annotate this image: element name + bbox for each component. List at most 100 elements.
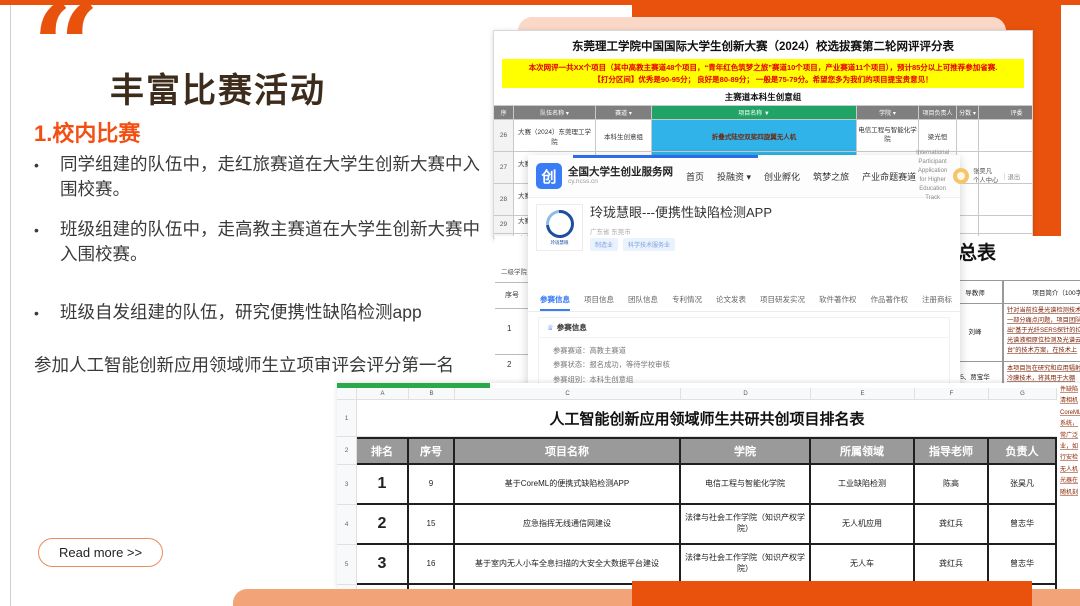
summary-sheet-title-fragment: 总表	[958, 238, 996, 265]
row-number: 26	[494, 120, 514, 151]
intro-line: 针对当前拉曼光谱检测技术	[1007, 306, 1080, 316]
ranking-title: 人工智能创新应用领域师生共研共创项目排名表	[357, 400, 1057, 437]
intro-line: 台”的技术方案，在技术上	[1007, 346, 1080, 356]
field-status: 参赛状态：报名成功，等待学校审核	[553, 360, 935, 370]
tab-work-copyright: 作品著作权	[871, 294, 909, 311]
trophy-icon: ♕	[547, 323, 554, 332]
header-cell: 学院	[681, 437, 811, 465]
project-location: 广东省 东莞市	[590, 226, 631, 236]
fragment-line: 系统，	[1060, 419, 1080, 430]
fragment-line: 清相机	[1060, 396, 1080, 407]
summary-row-number: 2	[507, 360, 511, 369]
panel-fields: 参赛赛道：高教主赛道 参赛状态：报名成功，等待学校审核 参赛组别：本科生创意组 …	[539, 338, 949, 385]
leader-cell: 张昊凡	[989, 465, 1057, 505]
summary-header-row: 导教师 项目简介（100字左右）	[947, 280, 1080, 304]
nav-item-investment: 投融资 ▾	[717, 170, 751, 183]
track-cell: 本科生创意组	[596, 120, 652, 151]
field-label: 参赛状态：	[553, 360, 589, 369]
header-cell: 学院 ▾	[857, 106, 919, 119]
rank-cell: 3	[357, 545, 409, 585]
judge-cell	[979, 120, 1033, 151]
row-number: 29	[494, 216, 514, 233]
bullet-item: • 班级自发组建的队伍，研究便携性缺陷检测app	[34, 300, 496, 325]
project-cell: 折叠式陆空双桨四旋翼无人机	[652, 120, 857, 151]
logout-link: ｜退出	[1001, 172, 1020, 181]
intl-line: International Participant Application	[916, 149, 949, 176]
fragment-line: CoreML	[1060, 408, 1080, 419]
column-letter: D	[681, 388, 811, 400]
row-number: 4	[337, 505, 357, 545]
score-cell	[957, 120, 979, 151]
portal-header: 创 全国大学生创业服务网 cy.ncss.cn 首页 投融资 ▾ 创业孵化 筑梦…	[528, 155, 960, 198]
logout-label: 退出	[1008, 174, 1021, 181]
tab-rd-status: 项目研发实况	[760, 294, 805, 311]
row-number: 28	[494, 184, 514, 215]
ranking-table: 1 人工智能创新应用领域师生共研共创项目排名表 2 排名 序号 项目名称 学院 …	[337, 400, 1057, 590]
section-heading: 1.校内比赛	[34, 116, 140, 148]
row-number: 1	[337, 400, 357, 437]
portal-site-url: cy.ncss.cn	[568, 178, 673, 186]
gridline	[495, 282, 528, 283]
user-name: 张昊凡	[973, 167, 998, 176]
bullet-list: • 同学组建的队伍中，走红旅赛道在大学生创新大赛中入围校赛。 • 班级组建的队伍…	[34, 152, 496, 339]
leader-cell: 曾志华	[989, 505, 1057, 545]
intro-line: 出“基于光纤SERS探针的拉	[1007, 326, 1080, 336]
row-number: 5	[337, 545, 357, 585]
seq-cell: 15	[409, 505, 455, 545]
judge-cell	[979, 184, 1033, 215]
header-cell: 评委	[979, 106, 1033, 119]
intro-cell: 针对当前拉曼光谱检测技术 一部分痛点问题，项目团队 出“基于光纤SERS探针的拉…	[1003, 304, 1080, 362]
slide-left-edge-line	[10, 4, 11, 606]
header-cell-filtered: 项目名称 ▼	[652, 106, 857, 119]
column-letter: C	[455, 388, 681, 400]
bottom-orange-bar	[632, 581, 1032, 606]
page-title: 丰富比赛活动	[110, 63, 326, 112]
nav-item-industry-track: 产业命题赛道	[862, 170, 916, 183]
portal-nav: 首页 投融资 ▾ 创业孵化 筑梦之旅 产业命题赛道	[686, 170, 916, 183]
read-more-button[interactable]: Read more >>	[38, 538, 163, 567]
header-cell: 排名	[357, 437, 409, 465]
teacher-cell: 陈高	[915, 465, 989, 505]
header-row: 2 排名 序号 项目名称 学院 所属领域 指导老师 负责人	[337, 437, 1057, 465]
score-sheet-notice: 本次网评一共XX个项目（其中高教主赛道48个项目，“青年红色筑梦之旅”赛道10个…	[502, 59, 1024, 88]
portal-logo-icon: 创	[536, 163, 562, 189]
field-cell: 无人机应用	[811, 505, 915, 545]
field-value: 高教主赛道	[589, 346, 625, 355]
summary-seq-header: 序号	[505, 290, 519, 300]
project-logo-ring-icon	[540, 204, 579, 243]
column-letter: G	[989, 388, 1057, 400]
fragment-line: 常广泛	[1060, 431, 1080, 442]
portal-project-summary: 玲珑慧眼 玲珑慧眼---便携性缺陷检测APP 广东省 东莞市 制造业 科学技术服…	[528, 198, 960, 294]
user-avatar	[953, 168, 969, 184]
leader-cell: 曾志华	[989, 545, 1057, 585]
intro-line: 光谱液相原位检测及光谱云	[1007, 336, 1080, 346]
college-cell: 电信工程与智能化学院	[857, 120, 919, 151]
table-row: 26 大赛（2024）东莞理工学院 本科生创意组 折叠式陆空双桨四旋翼无人机 电…	[494, 120, 1032, 152]
portal-site-name: 全国大学生创业服务网	[568, 166, 673, 179]
quote-icon: “	[32, 0, 100, 84]
portal-top-accent	[573, 155, 758, 158]
nav-item-home: 首页	[686, 170, 704, 183]
bullet-item: • 班级组建的队伍中，走高教主赛道在大学生创新大赛中入围校赛。	[34, 217, 496, 268]
bullet-item: • 同学组建的队伍中，走红旅赛道在大学生创新大赛中入围校赛。	[34, 152, 496, 203]
team-cell: 大赛（2024）东莞理工学院	[514, 120, 596, 151]
tab-patent: 专利情况	[672, 294, 702, 311]
column-letter: E	[811, 388, 915, 400]
portal-screenshot: 创 全国大学生创业服务网 cy.ncss.cn 首页 投融资 ▾ 创业孵化 筑梦…	[528, 155, 960, 390]
school-cell: 法律与社会工作学院（知识产权学院）	[681, 505, 811, 545]
tab-papers: 论文发表	[716, 294, 746, 311]
header-cell: 赛道 ▾	[596, 106, 652, 119]
project-name-cell: 基于室内无人小车全息扫描的大安全大数据平台建设	[455, 545, 681, 585]
tab-trademark: 注册商标	[922, 294, 952, 311]
header-cell: 项目负责人	[919, 106, 957, 119]
table-row: 3 1 9 基于CoreML的便携式缺陷检测APP 电信工程与智能化学院 工业缺…	[337, 465, 1057, 505]
teacher-cell: 龚红兵	[915, 545, 989, 585]
portal-tabs: 参赛信息 项目信息 团队信息 专利情况 论文发表 项目研发实况 软件著作权 作品…	[528, 294, 960, 312]
notice-line: 【打分区间】优秀是90-95分； 良好是80-89分； 一般是75-79分。希望…	[504, 74, 1022, 86]
tab-software-copyright: 软件著作权	[819, 294, 857, 311]
school-cell: 法律与社会工作学院（知识产权学院）	[681, 545, 811, 585]
column-letters-row: A B C D E F G	[337, 388, 1057, 400]
description-column-fragment: 件缺陷 清相机 CoreML 系统， 常广泛 业，如 行安检 无人机 光器在 随…	[1060, 385, 1080, 499]
summary-row: 刘峰 针对当前拉曼光谱检测技术 一部分痛点问题，项目团队 出“基于光纤SERS探…	[947, 304, 1080, 362]
gridline	[495, 308, 528, 309]
